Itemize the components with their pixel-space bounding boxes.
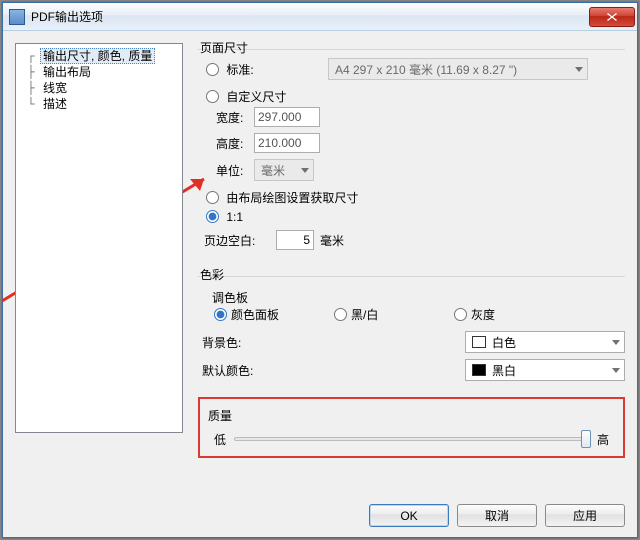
- tree-item-label: 输出尺寸, 颜色, 质量: [40, 48, 155, 64]
- swatch-default: [472, 364, 486, 376]
- label-margin: 页边空白:: [204, 232, 276, 249]
- combo-unit-value: 毫米: [261, 162, 285, 179]
- settings-panel: 页面尺寸 标准: A4 297 x 210 毫米 (11.69 x 8.27 "…: [198, 39, 625, 493]
- ok-button[interactable]: OK: [369, 504, 449, 527]
- tree-branch-icon: ├: [22, 64, 40, 80]
- chevron-down-icon: [301, 168, 309, 173]
- combo-paper-size-value: A4 297 x 210 毫米 (11.69 x 8.27 "): [335, 61, 517, 78]
- tree-item[interactable]: ┌输出尺寸, 颜色, 质量: [18, 48, 180, 64]
- radio-one-to-one-label: 1:1: [226, 210, 243, 224]
- combo-default-color[interactable]: 黑白: [465, 359, 625, 381]
- titlebar[interactable]: PDF输出选项: [3, 3, 637, 31]
- combo-unit[interactable]: 毫米: [254, 159, 314, 181]
- tree-item[interactable]: ├输出布局: [18, 64, 180, 80]
- label-unit: 单位:: [198, 162, 254, 179]
- legend-quality: 质量: [208, 407, 615, 430]
- label-quality-high: 高: [591, 431, 615, 448]
- input-margin[interactable]: [276, 230, 314, 250]
- legend-page-size: 页面尺寸: [198, 39, 250, 56]
- tree-item[interactable]: ├线宽: [18, 80, 180, 96]
- dialog-window: PDF输出选项 ┌输出尺寸, 颜色, 质量├输出布局├线宽└描述 页面尺寸: [2, 2, 638, 538]
- label-height: 高度:: [198, 135, 254, 152]
- radio-palette-bw-label: 黑/白: [351, 306, 378, 323]
- apply-button[interactable]: 应用: [545, 504, 625, 527]
- radio-standard[interactable]: [206, 63, 219, 76]
- input-height[interactable]: [254, 133, 320, 153]
- legend-palette: 调色板: [198, 289, 625, 306]
- group-quality: 质量 低 高: [198, 397, 625, 458]
- slider-thumb[interactable]: [581, 430, 591, 448]
- slider-quality[interactable]: [232, 430, 591, 448]
- radio-palette-bw[interactable]: [334, 308, 347, 321]
- combo-bg-color-value: 白色: [492, 334, 516, 351]
- tree-item-label: 线宽: [40, 81, 70, 95]
- app-icon: [9, 9, 25, 25]
- chevron-down-icon: [612, 368, 620, 373]
- radio-palette-gray-label: 灰度: [471, 306, 495, 323]
- swatch-bg: [472, 336, 486, 348]
- label-width: 宽度:: [198, 109, 254, 126]
- radio-custom-label: 自定义尺寸: [226, 90, 286, 104]
- label-quality-low: 低: [208, 431, 232, 448]
- radio-palette-panel-label: 颜色面板: [231, 306, 279, 323]
- radio-palette-gray[interactable]: [454, 308, 467, 321]
- close-button[interactable]: [589, 7, 635, 27]
- input-width[interactable]: [254, 107, 320, 127]
- combo-paper-size[interactable]: A4 297 x 210 毫米 (11.69 x 8.27 "): [328, 58, 588, 80]
- label-margin-unit: 毫米: [320, 232, 344, 249]
- nav-tree[interactable]: ┌输出尺寸, 颜色, 质量├输出布局├线宽└描述: [15, 43, 183, 433]
- group-color: 色彩 调色板 颜色面板 黑/白 灰度 背景色: 白色: [198, 266, 625, 387]
- tree-branch-icon: ├: [22, 80, 40, 96]
- dialog-content: ┌输出尺寸, 颜色, 质量├输出布局├线宽└描述 页面尺寸 标准: A4 297…: [3, 31, 637, 537]
- radio-standard-label: 标准:: [226, 63, 253, 77]
- chevron-down-icon: [612, 340, 620, 345]
- label-default-color: 默认颜色:: [198, 362, 278, 379]
- tree-item-label: 描述: [40, 97, 70, 111]
- radio-from-layout[interactable]: [206, 191, 219, 204]
- cancel-button[interactable]: 取消: [457, 504, 537, 527]
- radio-custom[interactable]: [206, 90, 219, 103]
- close-icon: [607, 13, 617, 21]
- button-bar: OK 取消 应用: [369, 504, 625, 527]
- combo-bg-color[interactable]: 白色: [465, 331, 625, 353]
- chevron-down-icon: [575, 67, 583, 72]
- tree-item-label: 输出布局: [40, 65, 94, 79]
- slider-track: [234, 437, 589, 441]
- radio-palette-panel[interactable]: [214, 308, 227, 321]
- radio-one-to-one[interactable]: [206, 210, 219, 223]
- label-bg-color: 背景色:: [198, 334, 278, 351]
- group-page-size: 页面尺寸 标准: A4 297 x 210 毫米 (11.69 x 8.27 "…: [198, 39, 625, 256]
- radio-from-layout-label: 由布局绘图设置获取尺寸: [226, 191, 358, 205]
- tree-item[interactable]: └描述: [18, 96, 180, 112]
- window-title: PDF输出选项: [31, 8, 589, 25]
- combo-default-color-value: 黑白: [492, 362, 516, 379]
- tree-branch-icon: ┌: [22, 48, 40, 64]
- legend-color: 色彩: [198, 266, 226, 283]
- tree-branch-icon: └: [22, 96, 40, 112]
